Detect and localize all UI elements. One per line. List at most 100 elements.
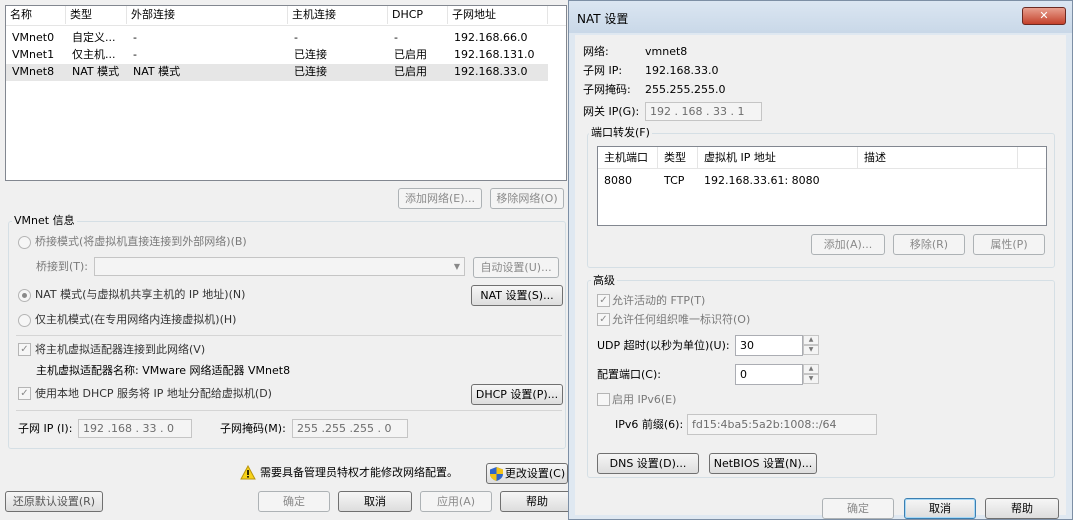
config-port-stepper[interactable]: ▲ ▼: [803, 364, 819, 385]
dns-settings-button[interactable]: DNS 设置(D)...: [597, 453, 699, 474]
host-only-radio[interactable]: [18, 314, 31, 327]
col-description[interactable]: 描述: [858, 147, 1018, 169]
port-forwarding-header: 主机端口 类型 虚拟机 IP 地址 描述: [598, 147, 1046, 169]
col-type[interactable]: 类型: [66, 6, 127, 24]
cell-type: 仅主机...: [72, 48, 116, 61]
network-list-header: 名称 类型 外部连接 主机连接 DHCP 子网地址: [6, 6, 566, 26]
change-settings-button[interactable]: 更改设置(C): [486, 463, 568, 484]
cancel-button[interactable]: 取消: [904, 498, 976, 519]
admin-warning-text: 需要具备管理员特权才能修改网络配置。: [260, 466, 458, 479]
restore-defaults-button[interactable]: 还原默认设置(R): [5, 491, 103, 512]
cell-external: NAT 模式: [133, 65, 181, 78]
title-bar[interactable]: NAT 设置 ✕: [569, 1, 1072, 33]
cell-name: VMnet1: [12, 48, 55, 61]
subnet-ip-label: 子网 IP:: [583, 64, 623, 77]
netbios-settings-button[interactable]: NetBIOS 设置(N)...: [709, 453, 817, 474]
col-vm-ip[interactable]: 虚拟机 IP 地址: [698, 147, 858, 169]
dialog-title: NAT 设置: [577, 12, 629, 26]
cell-host: -: [294, 31, 298, 44]
cell-dhcp: -: [394, 31, 398, 44]
config-port-label: 配置端口(C):: [597, 368, 661, 381]
table-row[interactable]: 8080 TCP 192.168.33.61: 8080: [598, 173, 1046, 189]
allow-oui-checkbox[interactable]: ✓: [597, 313, 610, 326]
subnet-mask-label: 子网掩码(M):: [220, 422, 286, 435]
cell-vm-ip: 192.168.33.61: 8080: [704, 174, 820, 187]
gateway-ip-field[interactable]: 192 . 168 . 33 . 1: [645, 102, 762, 121]
spin-down-icon[interactable]: ▼: [803, 345, 819, 355]
use-dhcp-label: 使用本地 DHCP 服务将 IP 地址分配给虚拟机(D): [35, 387, 272, 400]
subnet-ip-field[interactable]: 192 .168 . 33 . 0: [78, 419, 192, 438]
ipv6-prefix-label: IPv6 前缀(6):: [615, 418, 684, 431]
cell-dhcp: 已启用: [394, 65, 427, 78]
config-port-field[interactable]: 0: [735, 364, 803, 385]
allow-ftp-checkbox[interactable]: ✓: [597, 294, 610, 307]
divider: [16, 335, 562, 336]
udp-timeout-field[interactable]: 30: [735, 335, 803, 356]
bridge-mode-label: 桥接模式(将虚拟机直接连接到外部网络)(B): [35, 235, 247, 248]
help-button[interactable]: 帮助: [500, 491, 574, 512]
help-button[interactable]: 帮助: [985, 498, 1059, 519]
cell-host: 已连接: [294, 65, 327, 78]
bridge-to-select[interactable]: ▼: [94, 257, 465, 276]
bridge-to-label: 桥接到(T):: [36, 260, 89, 273]
col-host-port[interactable]: 主机端口: [598, 147, 658, 169]
subnet-mask-label: 子网掩码:: [583, 83, 631, 96]
close-icon: ✕: [1039, 9, 1049, 22]
connect-adapter-checkbox[interactable]: ✓: [18, 343, 31, 356]
use-dhcp-checkbox[interactable]: ✓: [18, 387, 31, 400]
table-row-selected[interactable]: VMnet8 NAT 模式 NAT 模式 已连接 已启用 192.168.33.…: [6, 64, 548, 81]
nat-settings-button[interactable]: NAT 设置(S)...: [471, 285, 563, 306]
col-type[interactable]: 类型: [658, 147, 698, 169]
cell-type: 自定义...: [72, 31, 116, 44]
vmnet-info-title: VMnet 信息: [12, 214, 77, 228]
cell-type: NAT 模式: [72, 65, 120, 78]
network-label: 网络:: [583, 45, 609, 58]
port-forwarding-list[interactable]: 主机端口 类型 虚拟机 IP 地址 描述 8080 TCP 192.168.33…: [597, 146, 1047, 226]
remove-network-button[interactable]: 移除网络(O): [490, 188, 564, 209]
table-row[interactable]: VMnet1 仅主机... - 已连接 已启用 192.168.131.0: [6, 47, 566, 63]
bridge-mode-radio[interactable]: [18, 236, 31, 249]
ok-button[interactable]: 确定: [822, 498, 894, 519]
nat-mode-radio[interactable]: [18, 289, 31, 302]
chevron-down-icon: ▼: [453, 262, 460, 271]
shield-icon: [490, 467, 503, 481]
divider: [16, 410, 562, 411]
cell-external: -: [133, 48, 137, 61]
allow-oui-label: 允许任何组织唯一标识符(O): [612, 313, 751, 326]
col-dhcp[interactable]: DHCP: [388, 6, 448, 24]
subnet-mask-field[interactable]: 255 .255 .255 . 0: [292, 419, 408, 438]
subnet-ip-label: 子网 IP (I):: [18, 422, 73, 435]
table-row[interactable]: VMnet0 自定义... - - - 192.168.66.0: [6, 30, 566, 46]
cell-host-port: 8080: [604, 174, 632, 187]
col-name[interactable]: 名称: [6, 6, 66, 24]
spin-up-icon[interactable]: ▲: [803, 364, 819, 374]
enable-ipv6-checkbox[interactable]: [597, 393, 610, 406]
cell-name: VMnet8: [12, 65, 55, 78]
enable-ipv6-label: 启用 IPv6(E): [612, 393, 677, 406]
ipv6-prefix-field[interactable]: fd15:4ba5:5a2b:1008::/64: [687, 414, 877, 435]
udp-timeout-stepper[interactable]: ▲ ▼: [803, 335, 819, 356]
add-rule-button[interactable]: 添加(A)...: [811, 234, 885, 255]
properties-button[interactable]: 属性(P): [973, 234, 1045, 255]
dialog-body: 网络: vmnet8 子网 IP: 192.168.33.0 子网掩码: 255…: [575, 35, 1066, 519]
spin-up-icon[interactable]: ▲: [803, 335, 819, 345]
col-external[interactable]: 外部连接: [127, 6, 288, 24]
auto-settings-button[interactable]: 自动设置(U)...: [473, 257, 559, 278]
cancel-button[interactable]: 取消: [338, 491, 412, 512]
remove-rule-button[interactable]: 移除(R): [893, 234, 965, 255]
spin-down-icon[interactable]: ▼: [803, 374, 819, 384]
col-host[interactable]: 主机连接: [288, 6, 388, 24]
ok-button[interactable]: 确定: [258, 491, 330, 512]
cell-name: VMnet0: [12, 31, 55, 44]
close-button[interactable]: ✕: [1022, 7, 1066, 25]
network-list[interactable]: 名称 类型 外部连接 主机连接 DHCP 子网地址 VMnet0 自定义... …: [5, 5, 567, 181]
add-network-button[interactable]: 添加网络(E)...: [398, 188, 482, 209]
connect-adapter-label: 将主机虚拟适配器连接到此网络(V): [35, 343, 206, 356]
col-subnet[interactable]: 子网地址: [448, 6, 548, 24]
allow-ftp-label: 允许活动的 FTP(T): [612, 294, 706, 307]
cell-subnet: 192.168.33.0: [454, 65, 528, 78]
warning-icon: [240, 465, 256, 480]
cell-subnet: 192.168.66.0: [454, 31, 528, 44]
dhcp-settings-button[interactable]: DHCP 设置(P)...: [471, 384, 563, 405]
apply-button[interactable]: 应用(A): [420, 491, 492, 512]
